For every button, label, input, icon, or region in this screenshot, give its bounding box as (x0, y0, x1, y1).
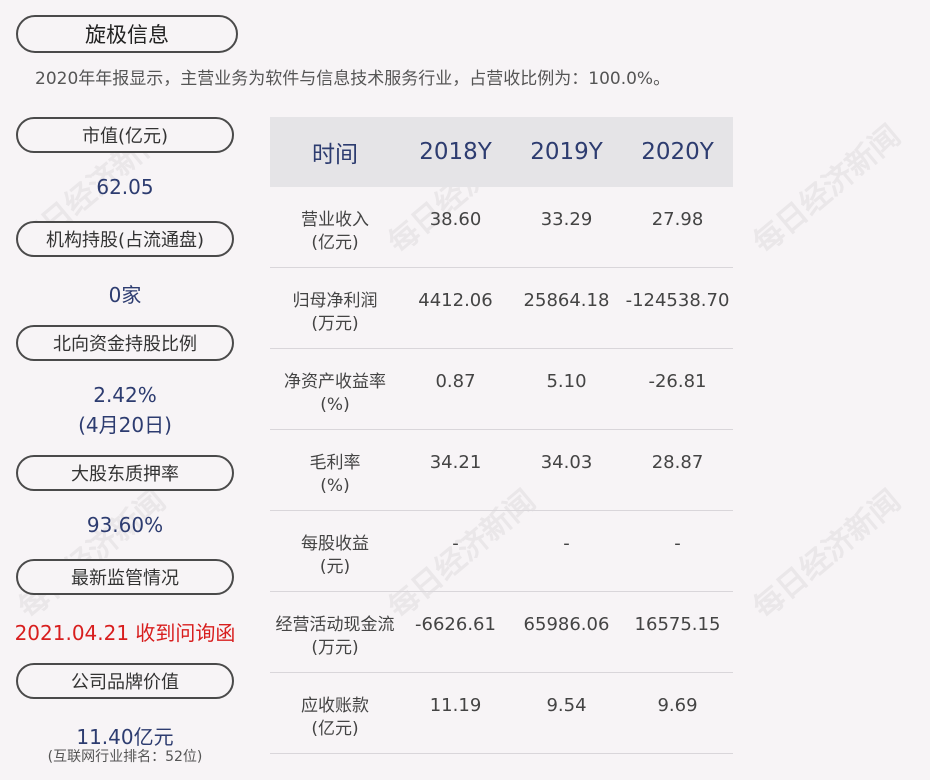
cell-2018: - (452, 533, 459, 554)
brand-value-rank: (互联网行业排名：52位) (47, 749, 203, 765)
cell-2020: 9.69 (657, 695, 698, 716)
cell-2019: 25864.18 (523, 290, 610, 311)
company-title: 旋极信息 (16, 15, 238, 53)
cell-2018: 34.21 (429, 452, 482, 473)
table-row: 净资产收益率 (%) 0.87 5.10 -26.81 (270, 349, 733, 430)
header-2019: 2019Y (530, 139, 603, 165)
market-cap-value: 62.05 (96, 175, 154, 199)
cell-2020: -26.81 (648, 371, 707, 392)
row-label: 归母净利润 (万元) (292, 291, 378, 334)
row-label: 应收账款 (亿元) (301, 696, 369, 739)
institutional-holding-value: 0家 (108, 283, 142, 307)
cell-2019: 5.10 (546, 371, 587, 392)
business-summary: 2020年年报显示，主营业务为软件与信息技术服务行业，占营收比例为：100.0%… (35, 69, 671, 89)
cell-2019: 9.54 (546, 695, 587, 716)
row-label: 毛利率 (%) (309, 453, 361, 496)
table-row: 经营活动现金流 (万元) -6626.61 65986.06 16575.15 (270, 592, 733, 673)
table-row: 毛利率 (%) 34.21 34.03 28.87 (270, 430, 733, 511)
northbound-holding-date: (4月20日) (78, 413, 172, 437)
row-label: 每股收益 (元) (301, 534, 369, 577)
watermark: 每日经济新闻 (747, 118, 908, 261)
table-row: 营业收入 (亿元) 38.60 33.29 27.98 (270, 187, 733, 268)
cell-2018: 4412.06 (418, 290, 493, 311)
table-header: 时间 2018Y 2019Y 2020Y (270, 117, 733, 187)
table-row: 归母净利润 (万元) 4412.06 25864.18 -124538.70 (270, 268, 733, 349)
cell-2018: 38.60 (429, 209, 482, 230)
header-2018: 2018Y (419, 139, 492, 165)
cell-2019: - (563, 533, 570, 554)
cell-2020: 28.87 (651, 452, 704, 473)
watermark: 每日经济新闻 (12, 483, 173, 626)
pledge-ratio-label: 大股东质押率 (16, 455, 234, 491)
brand-value-label: 公司品牌价值 (16, 663, 234, 699)
cell-2018: 11.19 (429, 695, 482, 716)
row-label: 经营活动现金流 (万元) (275, 615, 395, 658)
institutional-holding-label: 机构持股(占流通盘) (16, 221, 234, 257)
header-time: 时间 (312, 142, 358, 168)
table-row: 应收账款 (亿元) 11.19 9.54 9.69 (270, 673, 733, 754)
table-row: 每股收益 (元) - - - (270, 511, 733, 592)
cell-2019: 33.29 (540, 209, 593, 230)
cell-2020: -124538.70 (625, 290, 730, 311)
pledge-ratio-value: 93.60% (86, 513, 164, 537)
market-cap-label: 市值(亿元) (16, 117, 234, 153)
cell-2020: 16575.15 (634, 614, 721, 635)
northbound-holding-value: 2.42% (93, 383, 157, 407)
cell-2019: 65986.06 (523, 614, 610, 635)
regulatory-status-value: 2021.04.21 收到问询函 (14, 621, 236, 645)
cell-2020: - (674, 533, 681, 554)
financial-table: 时间 2018Y 2019Y 2020Y 营业收入 (亿元) 38.60 33.2… (270, 117, 733, 754)
cell-2018: 0.87 (435, 371, 476, 392)
northbound-holding-label: 北向资金持股比例 (16, 325, 234, 361)
cell-2020: 27.98 (651, 209, 704, 230)
cell-2019: 34.03 (540, 452, 593, 473)
cell-2018: -6626.61 (415, 614, 496, 635)
row-label: 净资产收益率 (%) (284, 372, 386, 415)
watermark: 每日经济新闻 (747, 483, 908, 626)
row-label: 营业收入 (亿元) (301, 210, 369, 253)
header-2020: 2020Y (641, 139, 714, 165)
regulatory-status-label: 最新监管情况 (16, 559, 234, 595)
